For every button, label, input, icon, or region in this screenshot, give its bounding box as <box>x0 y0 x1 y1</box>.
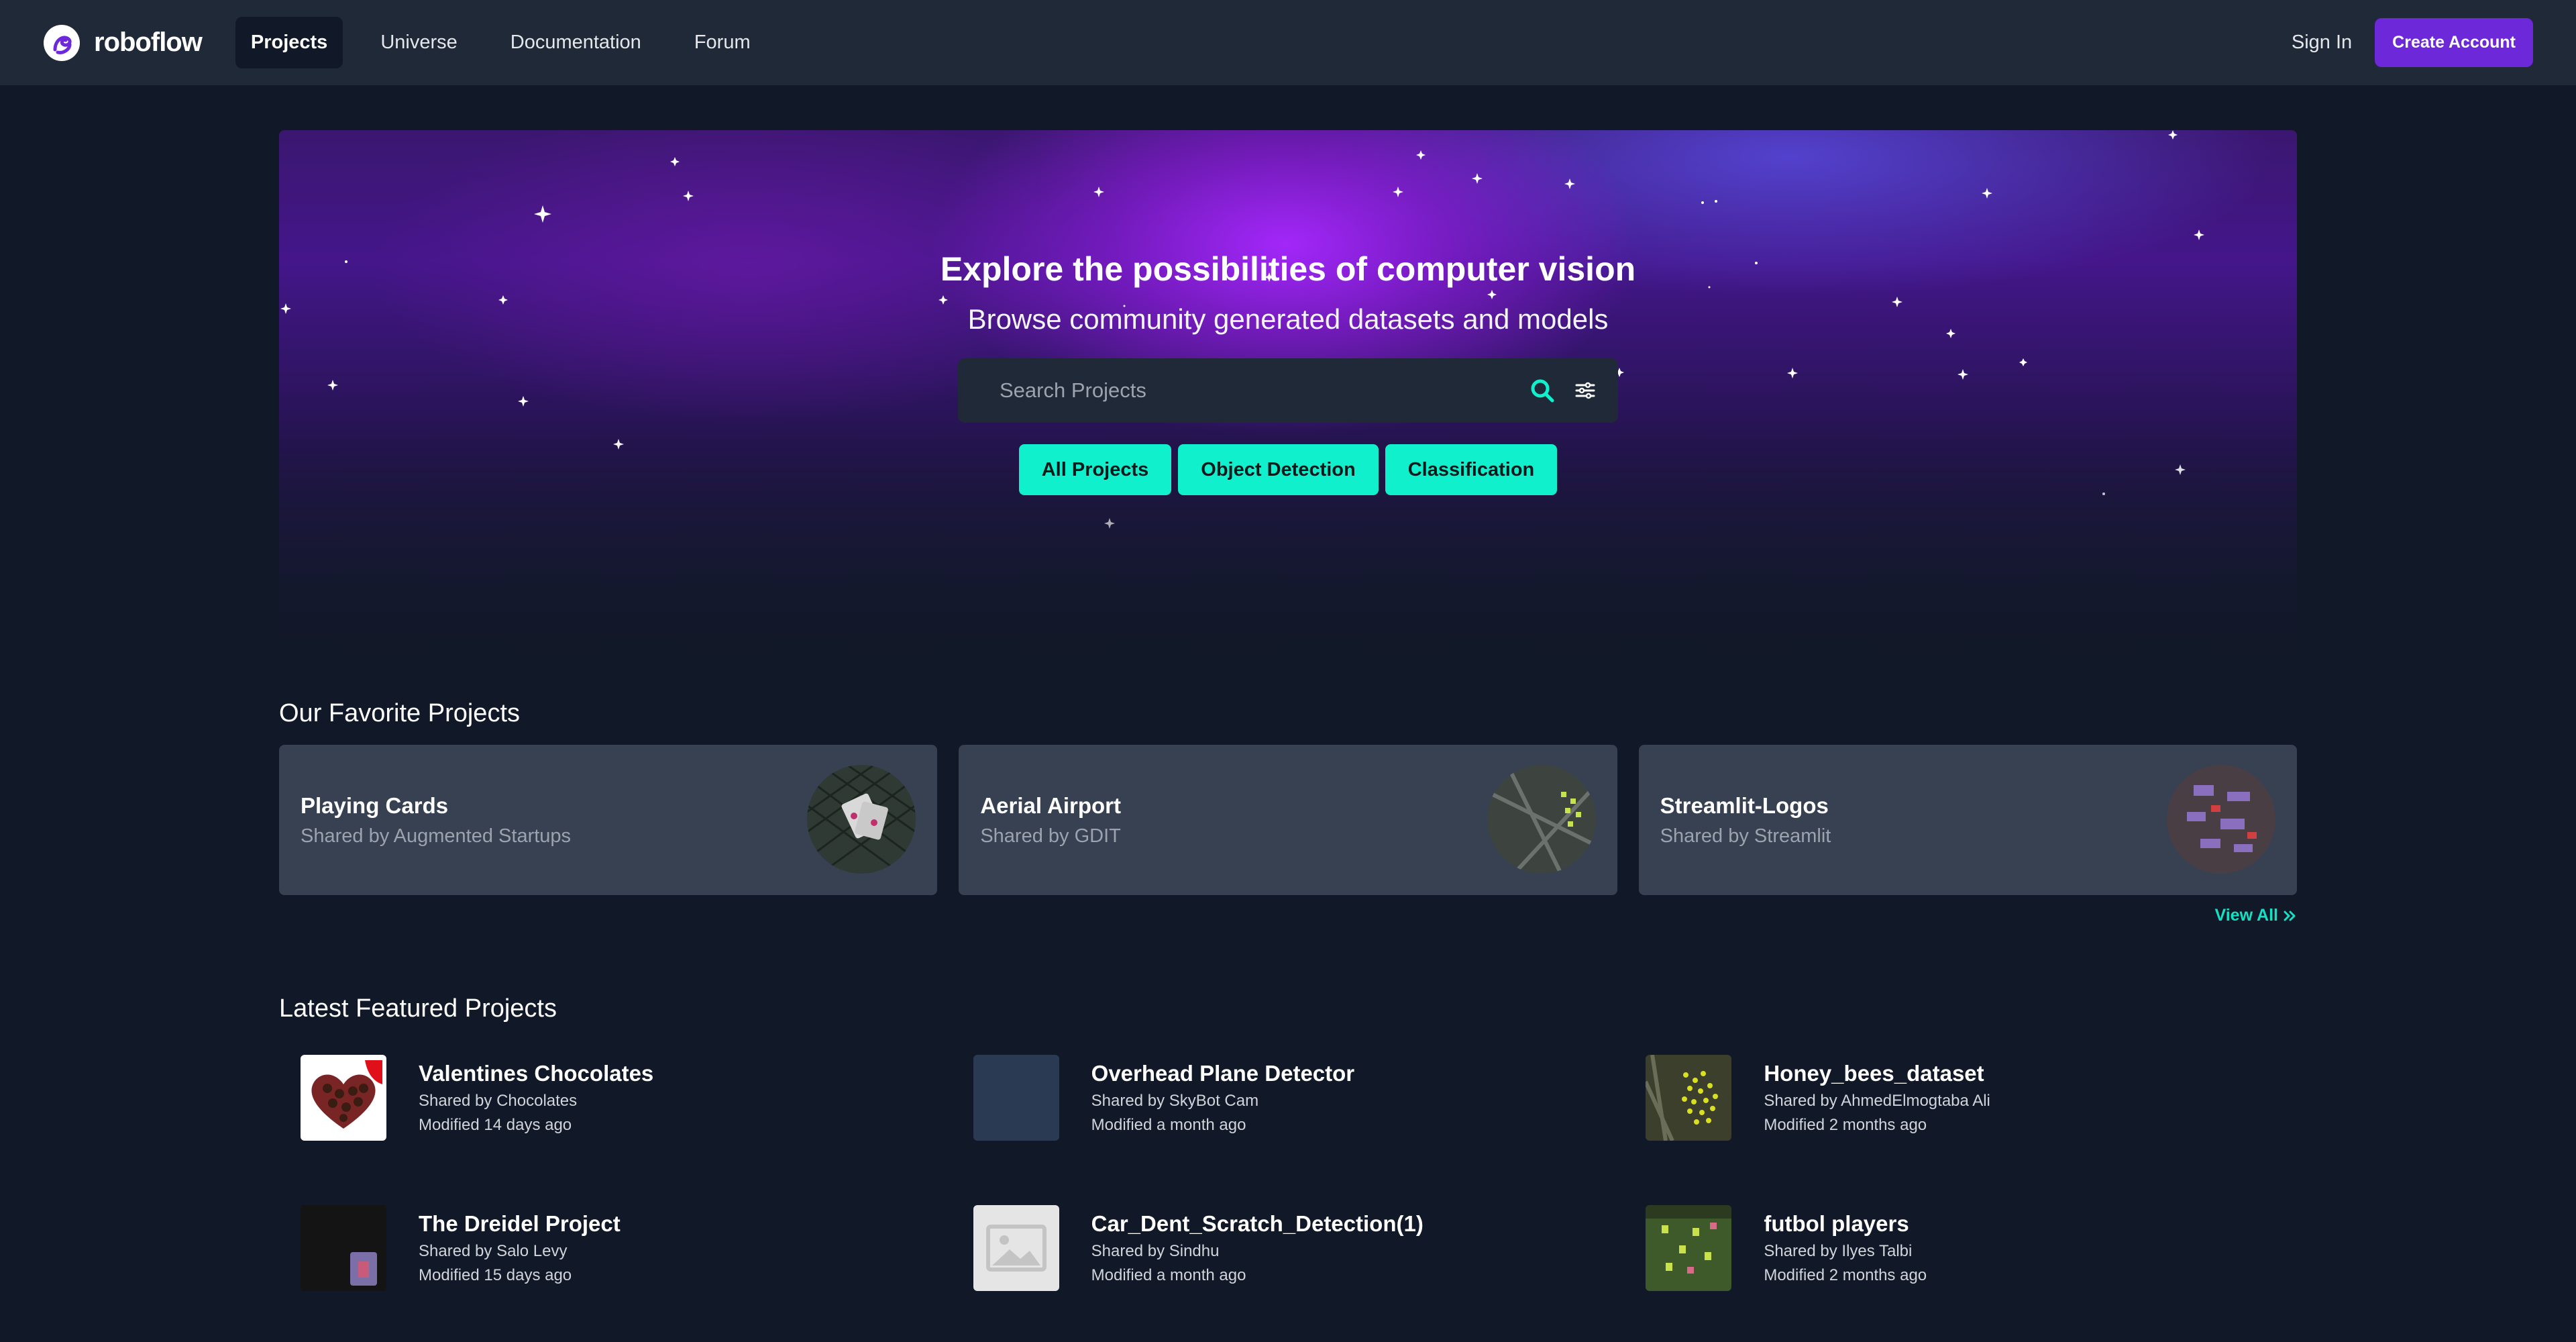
favorites-grid: Playing Cards Shared by Augmented Startu… <box>279 745 2297 895</box>
favorite-card-owner: Shared by Streamlit <box>1660 825 1831 847</box>
latest-project-owner: Shared by Ilyes Talbi <box>1764 1242 1913 1260</box>
latest-project-text: Car_Dent_Scratch_Detection(1) Shared by … <box>1091 1211 1424 1285</box>
favorite-card[interactable]: Playing Cards Shared by Augmented Startu… <box>279 745 938 895</box>
favorite-card-name: Playing Cards <box>301 792 449 818</box>
latest-project-owner: Shared by Sindhu <box>1091 1242 1220 1260</box>
chip-classification[interactable]: Classification <box>1385 444 1558 495</box>
latest-project-item[interactable]: The Dreidel Project Shared by Salo Levy … <box>279 1205 952 1291</box>
chip-all-projects[interactable]: All Projects <box>1018 444 1172 495</box>
latest-project-name: Honey_bees_dataset <box>1764 1061 1984 1086</box>
latest-project-text: Honey_bees_dataset Shared by AhmedElmogt… <box>1764 1061 1990 1135</box>
favorite-card-owner: Shared by Augmented Startups <box>301 825 572 847</box>
hero-banner: Explore the possibilities of computer vi… <box>279 130 2297 654</box>
view-all-link[interactable]: View All <box>2215 906 2297 925</box>
double-chevron-right-icon <box>2284 911 2296 921</box>
category-chips: All Projects Object Detection Classifica… <box>1018 444 1558 495</box>
latest-project-text: Valentines Chocolates Shared by Chocolat… <box>419 1061 653 1135</box>
filter-sliders-icon[interactable] <box>1575 380 1595 401</box>
latest-project-name: Car_Dent_Scratch_Detection(1) <box>1091 1211 1424 1236</box>
latest-project-modified: Modified 14 days ago <box>419 1116 572 1134</box>
top-navbar: roboflow Projects Universe Documentation… <box>0 0 2576 85</box>
favorite-card-name: Aerial Airport <box>980 792 1121 818</box>
hero-content: Explore the possibilities of computer vi… <box>279 250 2297 495</box>
latest-project-text: Overhead Plane Detector Shared by SkyBot… <box>1091 1061 1355 1135</box>
nav-projects[interactable]: Projects <box>235 17 343 68</box>
latest-title: Latest Featured Projects <box>279 994 557 1023</box>
latest-project-owner: Shared by SkyBot Cam <box>1091 1092 1259 1110</box>
latest-project-item[interactable]: Honey_bees_dataset Shared by AhmedElmogt… <box>1624 1055 2297 1141</box>
latest-project-name: Overhead Plane Detector <box>1091 1061 1355 1086</box>
favorite-card[interactable]: Streamlit-Logos Shared by Streamlit <box>1638 745 2297 895</box>
latest-project-item[interactable]: Overhead Plane Detector Shared by SkyBot… <box>952 1055 1625 1141</box>
latest-project-name: futbol players <box>1764 1211 1909 1236</box>
hero-subtitle: Browse community generated datasets and … <box>967 303 1609 335</box>
aerial-airport-thumb <box>1487 765 1596 874</box>
logo[interactable]: roboflow <box>43 24 203 62</box>
latest-project-owner: Shared by AhmedElmogtaba Ali <box>1764 1092 1990 1110</box>
search-icon[interactable] <box>1529 378 1555 403</box>
latest-project-name: The Dreidel Project <box>419 1211 621 1236</box>
roboflow-logo-icon <box>44 24 80 61</box>
favorite-card[interactable]: Aerial Airport Shared by GDIT <box>959 745 1617 895</box>
latest-project-item[interactable]: futbol players Shared by Ilyes Talbi Mod… <box>1624 1205 2297 1291</box>
latest-project-text: futbol players Shared by Ilyes Talbi Mod… <box>1764 1211 1927 1285</box>
favorite-card-owner: Shared by GDIT <box>980 825 1121 847</box>
dreidel-thumb <box>301 1205 386 1291</box>
latest-project-name: Valentines Chocolates <box>419 1061 654 1086</box>
search-input[interactable] <box>1000 378 1529 403</box>
favorite-card-text: Aerial Airport Shared by GDIT <box>980 793 1121 847</box>
search-box <box>958 358 1618 423</box>
create-account-button[interactable]: Create Account <box>2375 18 2533 67</box>
latest-project-modified: Modified 2 months ago <box>1764 1266 1927 1284</box>
latest-project-modified: Modified a month ago <box>1091 1266 1246 1284</box>
playing-cards-thumb <box>807 765 916 874</box>
latest-project-item[interactable]: Car_Dent_Scratch_Detection(1) Shared by … <box>952 1205 1625 1291</box>
futbol-thumb <box>1646 1205 1732 1291</box>
plane-thumb <box>973 1055 1059 1141</box>
favorite-card-name: Streamlit-Logos <box>1660 792 1829 818</box>
chocolates-thumb <box>301 1055 386 1141</box>
latest-project-modified: Modified 2 months ago <box>1764 1116 1927 1134</box>
latest-project-owner: Shared by Salo Levy <box>419 1242 568 1260</box>
favorite-card-text: Playing Cards Shared by Augmented Startu… <box>301 793 571 847</box>
nav-documentation[interactable]: Documentation <box>495 17 657 68</box>
sign-in-link[interactable]: Sign In <box>2292 32 2352 54</box>
latest-project-modified: Modified a month ago <box>1091 1116 1246 1134</box>
favorites-title: Our Favorite Projects <box>279 699 520 727</box>
bees-thumb <box>1646 1055 1732 1141</box>
nav-universe[interactable]: Universe <box>365 17 472 68</box>
chip-object-detection[interactable]: Object Detection <box>1178 444 1379 495</box>
nav-forum[interactable]: Forum <box>679 17 766 68</box>
streamlit-logos-thumb <box>2166 765 2275 874</box>
latest-project-item[interactable]: Valentines Chocolates Shared by Chocolat… <box>279 1055 952 1141</box>
latest-project-modified: Modified 15 days ago <box>419 1266 572 1284</box>
favorite-card-text: Streamlit-Logos Shared by Streamlit <box>1660 793 1831 847</box>
view-all-label: View All <box>2214 906 2278 925</box>
hero-title: Explore the possibilities of computer vi… <box>940 250 1636 288</box>
logo-text: roboflow <box>94 28 203 57</box>
latest-grid: Valentines Chocolates Shared by Chocolat… <box>279 1055 2297 1291</box>
latest-project-owner: Shared by Chocolates <box>419 1092 578 1110</box>
nav-right: Sign In Create Account <box>2292 18 2533 67</box>
placeholder-image-icon <box>973 1205 1059 1291</box>
latest-project-text: The Dreidel Project Shared by Salo Levy … <box>419 1211 621 1285</box>
